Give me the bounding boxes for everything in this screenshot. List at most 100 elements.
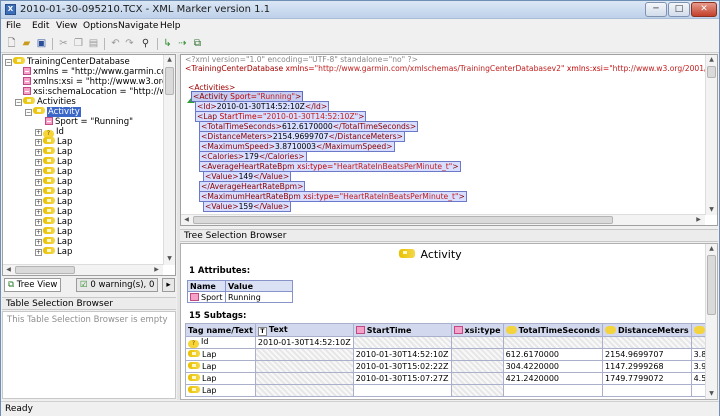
table-row[interactable]: Lap 2010-01-30T15:02:22Z 304.4220000 114… xyxy=(185,360,717,373)
scroll-thumb[interactable] xyxy=(707,66,716,78)
tree-node-root[interactable]: − TrainingCenterDatabase xyxy=(5,57,130,67)
menu-navigate[interactable]: Navigate xyxy=(118,21,158,31)
table-row[interactable]: Lap 2010-01-30T15:07:27Z 421.2420000 174… xyxy=(185,372,717,385)
table-row[interactable]: Lap 2010-01-30T14:52:10Z 612.6170000 215… xyxy=(185,348,717,361)
scroll-right-icon[interactable]: ▶ xyxy=(693,215,704,225)
tree-node-lap[interactable]: + Lap xyxy=(35,227,72,237)
table-row[interactable]: ? Id 2010-01-30T14:52:10Z xyxy=(185,336,717,349)
xml-line-root: <TrainingCenterDatabase xmlns="http://ww… xyxy=(185,64,717,73)
tree-node-attr-schema[interactable]: xsi:schemaLocation = "http://ww xyxy=(23,87,173,97)
tree-node-attr-xmlns[interactable]: xmlns = "http://www.garmin.com xyxy=(23,67,175,77)
element-icon xyxy=(605,325,617,334)
tree-node-lap[interactable]: + Lap xyxy=(35,157,72,167)
text-icon: T xyxy=(257,326,267,336)
tree-node-lap[interactable]: + Lap xyxy=(35,137,72,147)
title-bar[interactable]: X 2010-01-30-095210.TCX - XML Marker ver… xyxy=(1,1,719,19)
app-icon: X xyxy=(5,4,16,15)
menu-edit[interactable]: Edit xyxy=(32,21,49,31)
tree-horizontal-scrollbar[interactable]: ◀ ▶ xyxy=(3,264,163,275)
tree-node-lap[interactable]: + Lap xyxy=(35,197,72,207)
scroll-down-icon[interactable]: ▼ xyxy=(706,389,717,399)
tree-selection-browser[interactable]: Activity 1 Attributes: Name Value Sport … xyxy=(180,243,718,400)
tree-node-lap[interactable]: + Lap xyxy=(35,217,72,227)
tree-node-attr-xmlns-xsi[interactable]: xmlns:xsi = "http://www.w3.org/2 xyxy=(23,77,175,87)
browser-vertical-scrollbar[interactable]: ▲ ▼ xyxy=(705,244,717,399)
tabs-scroll-button[interactable]: ▸ xyxy=(162,278,175,292)
element-icon xyxy=(188,374,200,381)
attr-header-value: Value xyxy=(225,280,293,292)
tree-view-panel[interactable]: − TrainingCenterDatabase xmlns = "http://… xyxy=(2,54,176,276)
open-folder-icon[interactable]: ▰ xyxy=(20,37,33,50)
attr-header-name: Name xyxy=(187,280,226,292)
copy-icon[interactable]: ❐ xyxy=(72,37,85,50)
app-window: X 2010-01-30-095210.TCX - XML Marker ver… xyxy=(0,0,720,416)
new-file-icon[interactable]: 🗋 xyxy=(5,37,18,50)
menu-file[interactable]: File xyxy=(6,21,21,31)
xml-horizontal-scrollbar[interactable]: ◀ ▶ xyxy=(181,214,705,225)
col-header-starttime: StartTime xyxy=(366,325,412,335)
empty-message: This Table Selection Browser is empty xyxy=(7,315,168,325)
xml-source-panel[interactable]: <?xml version="1.0" encoding="UTF-8" sta… xyxy=(180,54,718,226)
scroll-up-icon[interactable]: ▲ xyxy=(706,55,717,65)
menu-options[interactable]: Options xyxy=(83,21,118,31)
paste-icon[interactable]: ▤ xyxy=(87,37,100,50)
tree-view-icon: ⧉ xyxy=(8,280,17,290)
goto-icon[interactable]: ↳ xyxy=(161,37,174,50)
element-icon xyxy=(188,350,200,357)
tree-node-id[interactable]: +? Id xyxy=(35,127,64,138)
col-header-total-time: TotalTimeSeconds xyxy=(518,325,601,335)
tree-node-lap[interactable]: + Lap xyxy=(35,177,72,187)
xml-vertical-scrollbar[interactable]: ▲ ▼ xyxy=(705,55,717,215)
selected-element-title: Activity xyxy=(399,248,462,261)
scroll-left-icon[interactable]: ◀ xyxy=(181,215,192,225)
scroll-down-icon[interactable]: ▼ xyxy=(706,205,717,215)
table-selection-browser[interactable]: This Table Selection Browser is empty xyxy=(2,311,176,399)
attribute-icon xyxy=(355,325,365,334)
attributes-table: Name Value Sport Running xyxy=(187,280,293,303)
minimize-button[interactable]: ─ xyxy=(645,2,667,17)
tree-node-sport[interactable]: Sport = "Running" xyxy=(45,117,133,127)
attr-row[interactable]: Sport Running xyxy=(187,291,293,303)
scroll-right-icon[interactable]: ▶ xyxy=(151,265,162,275)
scroll-thumb[interactable] xyxy=(15,266,75,274)
find-icon[interactable]: ⚲ xyxy=(139,37,152,50)
tree-node-activity[interactable]: − Activity xyxy=(25,107,81,117)
undo-icon[interactable]: ↶ xyxy=(109,37,122,50)
scroll-left-icon[interactable]: ◀ xyxy=(3,265,14,275)
redo-icon[interactable]: ↷ xyxy=(123,37,136,50)
save-icon[interactable]: ▣ xyxy=(35,37,48,50)
tree-node-lap[interactable]: + Lap xyxy=(35,167,72,177)
status-bar: Ready xyxy=(1,401,719,416)
table-row[interactable]: Lap xyxy=(185,384,717,397)
tree-node-lap[interactable]: + Lap xyxy=(35,187,72,197)
maximize-button[interactable]: □ xyxy=(668,2,690,17)
scroll-up-icon[interactable]: ▲ xyxy=(706,244,717,254)
scroll-thumb[interactable] xyxy=(165,67,174,95)
validate-icon[interactable]: ⇢ xyxy=(176,37,189,50)
attribute-icon xyxy=(453,325,463,334)
menu-view[interactable]: View xyxy=(56,21,77,31)
xml-line-max-hr-value[interactable]: <Value>159</Value> xyxy=(203,201,292,212)
tree-node-lap[interactable]: + Lap xyxy=(35,237,72,247)
close-button[interactable]: ✕ xyxy=(691,2,717,17)
scroll-thumb[interactable] xyxy=(707,255,716,315)
scroll-up-icon[interactable]: ▲ xyxy=(164,55,175,65)
tree-selection-browser-title: Tree Selection Browser xyxy=(180,229,718,242)
col-header-text: Text xyxy=(268,324,288,334)
question-element-icon: ? xyxy=(188,340,199,348)
scroll-down-icon[interactable]: ▼ xyxy=(164,254,175,264)
tab-tree-view[interactable]: ⧉ Tree View xyxy=(4,278,62,292)
col-header-tag[interactable]: Tag name/Text xyxy=(185,323,256,337)
tree-vertical-scrollbar[interactable]: ▲ ▼ xyxy=(163,55,175,265)
tree-node-lap[interactable]: + Lap xyxy=(35,147,72,157)
tree-node-lap[interactable]: + Lap xyxy=(35,247,72,257)
attributes-count: 1 Attributes: xyxy=(189,266,251,276)
tree-node-activities[interactable]: − Activities xyxy=(15,97,76,107)
tab-warnings[interactable]: ☑ 0 warning(s), 0 xyxy=(76,278,159,292)
scroll-thumb[interactable] xyxy=(193,216,613,224)
menu-help[interactable]: Help xyxy=(160,21,181,31)
tree-node-lap[interactable]: + Lap xyxy=(35,207,72,217)
element-icon xyxy=(693,325,705,334)
cut-icon[interactable]: ✂ xyxy=(57,37,70,50)
tree-icon[interactable]: ⧉ xyxy=(191,37,204,50)
